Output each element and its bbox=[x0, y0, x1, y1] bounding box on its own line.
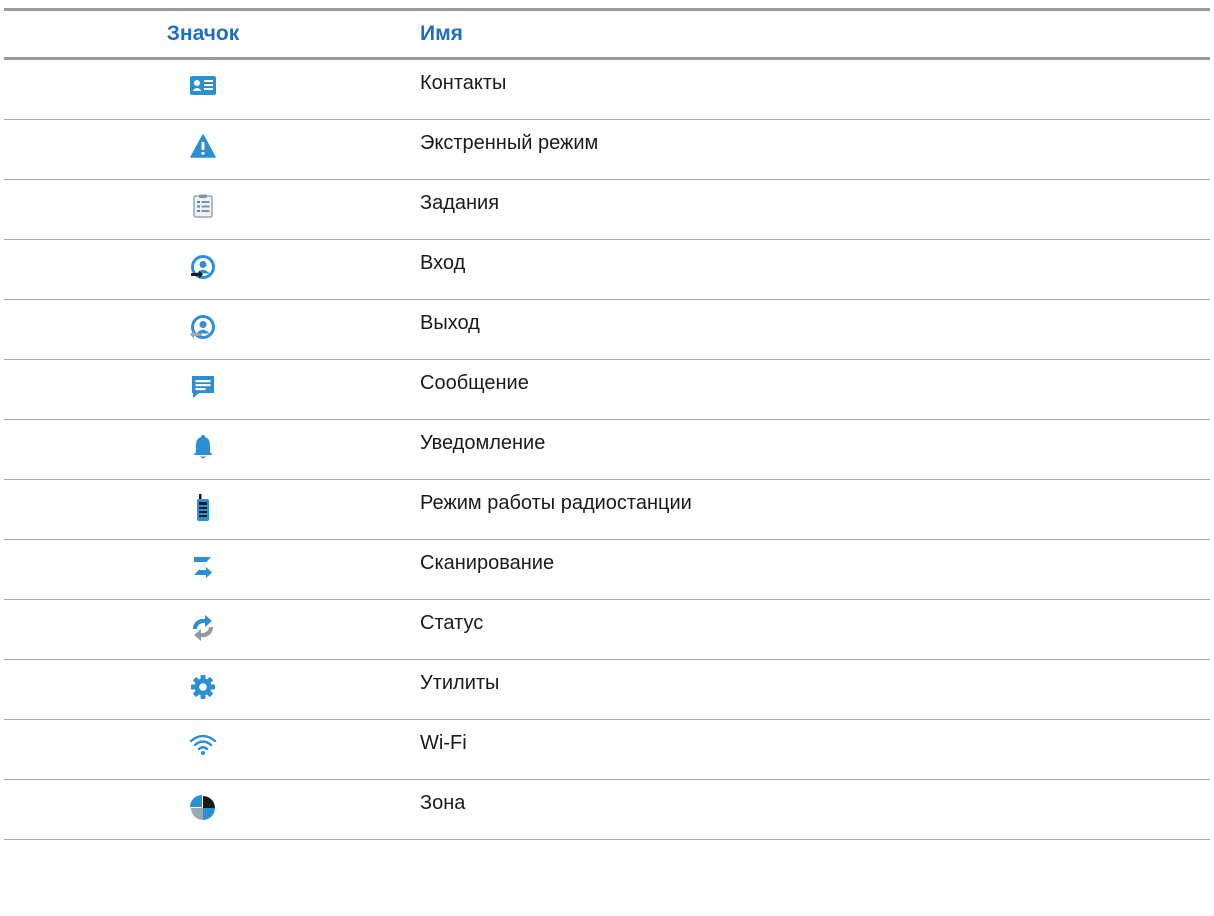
utilities-icon bbox=[191, 675, 215, 699]
table-row: Сканирование bbox=[4, 540, 1210, 600]
table-row: Wi-Fi bbox=[4, 720, 1210, 780]
table-row: Уведомление bbox=[4, 420, 1210, 480]
table-row: Статус bbox=[4, 600, 1210, 660]
table-row: Задания bbox=[4, 180, 1210, 240]
status-icon bbox=[193, 615, 213, 641]
row-name: Экстренный режим bbox=[420, 132, 599, 154]
logout-icon bbox=[190, 315, 215, 339]
row-name: Утилиты bbox=[420, 672, 500, 694]
row-name: Задания bbox=[420, 192, 500, 214]
emergency-icon bbox=[190, 134, 216, 158]
notification-icon bbox=[193, 435, 213, 459]
zone-icon bbox=[190, 795, 215, 820]
tasks-icon bbox=[193, 194, 213, 218]
row-name: Режим работы радиостанции bbox=[420, 492, 692, 514]
header-name-column: Имя bbox=[420, 22, 463, 45]
row-name: Сканирование bbox=[420, 552, 555, 574]
wifi-icon bbox=[189, 734, 217, 755]
scan-icon bbox=[194, 557, 212, 578]
table-row: Зона bbox=[4, 780, 1210, 840]
row-name: Вход bbox=[420, 252, 466, 274]
table-row: Утилиты bbox=[4, 660, 1210, 720]
table-row: Режим работы радиостанции bbox=[4, 480, 1210, 540]
header-icon-column: Значок bbox=[166, 22, 240, 45]
table-row: Контакты bbox=[4, 60, 1210, 120]
row-name: Сообщение bbox=[420, 372, 529, 394]
table-header: Значок Имя bbox=[4, 11, 1210, 60]
icon-name-table: Значок Имя Контакты Экстренный режим Зад… bbox=[4, 8, 1210, 840]
table-row: Сообщение bbox=[4, 360, 1210, 420]
table-row: Вход bbox=[4, 240, 1210, 300]
contacts-icon bbox=[190, 76, 216, 95]
row-name: Уведомление bbox=[420, 432, 546, 454]
row-name: Wi-Fi bbox=[420, 732, 467, 754]
table-row: Выход bbox=[4, 300, 1210, 360]
message-icon bbox=[192, 376, 214, 398]
table-row: Экстренный режим bbox=[4, 120, 1210, 180]
login-icon bbox=[191, 255, 215, 279]
row-name: Выход bbox=[420, 312, 480, 334]
row-name: Статус bbox=[420, 612, 484, 634]
row-name: Зона bbox=[420, 792, 466, 814]
radio-mode-icon bbox=[197, 494, 209, 521]
row-name: Контакты bbox=[420, 72, 507, 94]
